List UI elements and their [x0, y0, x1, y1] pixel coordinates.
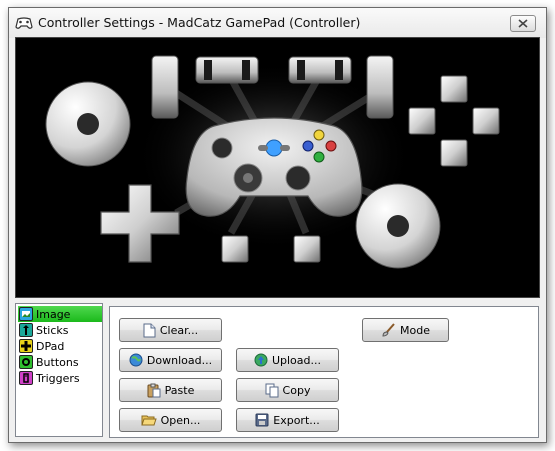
export-button-label: Export... — [273, 413, 320, 427]
category-label: Image — [36, 307, 71, 321]
title-bar[interactable]: Controller Settings - MadCatz GamePad (C… — [9, 8, 546, 38]
dpad-icon — [19, 339, 33, 353]
category-label: Sticks — [36, 323, 69, 337]
sticks-icon — [19, 323, 33, 337]
folder-open-icon — [140, 415, 157, 425]
clear-button[interactable]: Clear... — [119, 318, 222, 342]
image-settings-panel: Clear... Mode Download... Upload... Past… — [109, 306, 539, 438]
triggers-icon — [19, 371, 33, 385]
clear-button-label: Clear... — [159, 323, 199, 337]
close-button[interactable] — [510, 15, 536, 32]
brush-icon — [382, 323, 395, 337]
category-dpad[interactable]: DPad — [18, 338, 102, 354]
category-image[interactable]: Image — [18, 306, 102, 322]
globe-upload-icon — [254, 353, 268, 367]
export-button[interactable]: Export... — [236, 408, 339, 432]
mode-button-label: Mode — [400, 323, 430, 337]
open-button-label: Open... — [160, 413, 201, 427]
right-stick-graphic — [355, 183, 441, 269]
controller-layout-graphic — [45, 55, 500, 269]
left-trigger-graphic — [151, 55, 179, 119]
category-list[interactable]: Image Sticks DPad Buttons Triggers — [15, 303, 103, 437]
close-icon — [518, 19, 528, 28]
buttons-icon — [19, 355, 33, 369]
controller-image-canvas[interactable] — [15, 37, 540, 298]
left-stick-graphic — [45, 81, 131, 167]
download-button-label: Download... — [146, 353, 213, 367]
category-buttons[interactable]: Buttons — [18, 354, 102, 370]
image-icon — [19, 307, 33, 321]
controller-settings-window: Controller Settings - MadCatz GamePad (C… — [8, 7, 547, 443]
copy-icon — [265, 383, 279, 397]
category-sticks[interactable]: Sticks — [18, 322, 102, 338]
copy-button-label: Copy — [282, 383, 311, 397]
category-label: DPad — [36, 339, 65, 353]
open-button[interactable]: Open... — [119, 408, 222, 432]
save-disk-icon — [255, 413, 269, 427]
copy-button[interactable]: Copy — [236, 378, 339, 402]
globe-download-icon — [129, 353, 143, 367]
upload-button[interactable]: Upload... — [236, 348, 339, 372]
paste-icon — [147, 383, 161, 397]
category-label: Triggers — [36, 371, 80, 385]
upload-button-label: Upload... — [271, 353, 322, 367]
category-label: Buttons — [36, 355, 79, 369]
mode-button[interactable]: Mode — [362, 318, 449, 342]
paste-button-label: Paste — [164, 383, 195, 397]
right-trigger-graphic — [366, 55, 394, 119]
category-triggers[interactable]: Triggers — [18, 370, 102, 386]
paste-button[interactable]: Paste — [119, 378, 222, 402]
blank-page-icon — [143, 323, 156, 337]
download-button[interactable]: Download... — [119, 348, 222, 372]
gamepad-icon — [15, 17, 33, 29]
window-title: Controller Settings - MadCatz GamePad (C… — [38, 15, 361, 30]
